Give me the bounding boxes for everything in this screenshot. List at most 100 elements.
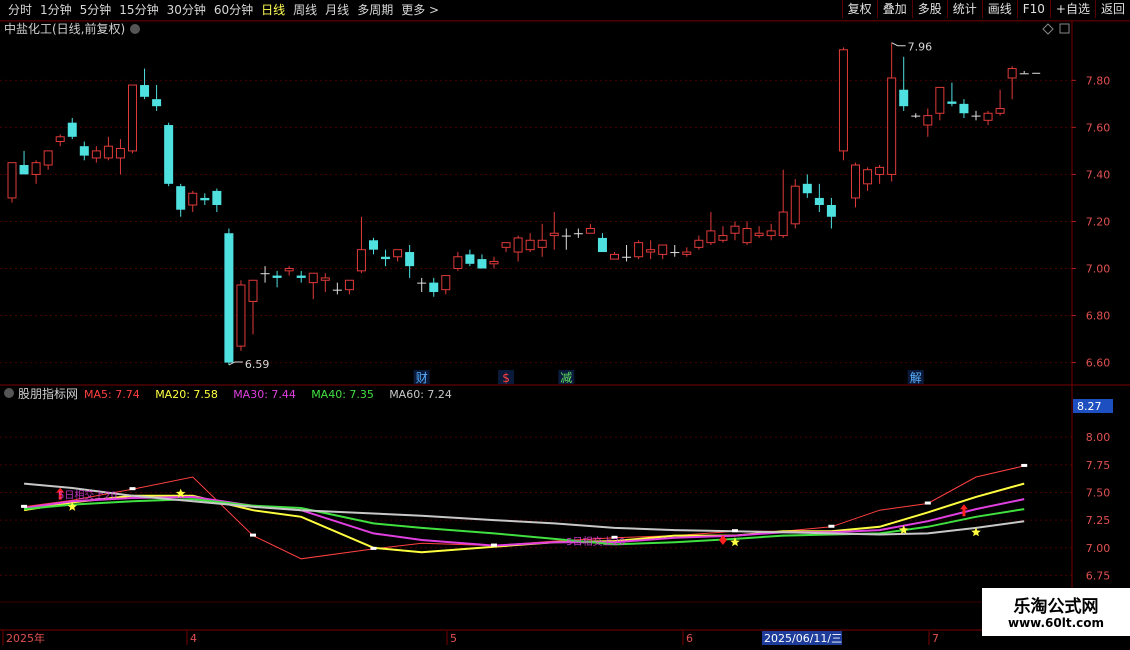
candle-body-47 (573, 233, 583, 235)
candle-body-51 (622, 256, 632, 258)
candle-body-24 (296, 275, 306, 278)
candle-body-58 (706, 230, 716, 244)
x-label-2: 5 (450, 632, 457, 645)
x-label-3: 6 (686, 632, 693, 645)
indicator-annotation-1: 5日相交上20 (58, 489, 117, 502)
ma5-dot-14 (828, 524, 835, 528)
candle-body-7 (91, 150, 101, 159)
candle-body-8 (103, 145, 113, 159)
candle-body-52 (634, 242, 644, 258)
watermark: 乐淘公式网 www.60lt.com (982, 588, 1130, 636)
candle-body-68 (826, 205, 836, 217)
candle-body-46 (561, 235, 571, 237)
candles (7, 42, 1029, 365)
candle-body-11 (140, 85, 150, 97)
main-tick-label: 7.80 (1086, 74, 1111, 87)
candle-body-53 (646, 249, 656, 253)
candle-body-30 (369, 240, 378, 250)
candle-body-35 (429, 282, 439, 293)
high-label: 7.96 (908, 41, 933, 54)
candle-body-54 (658, 244, 668, 255)
ind-tick-label: 7.00 (1086, 542, 1111, 555)
ma5-dot-0 (21, 504, 28, 508)
candle-body-44 (537, 239, 547, 248)
candle-body-33 (405, 252, 415, 267)
high-pointer (891, 42, 906, 47)
candle-body-21 (260, 273, 270, 275)
candle-body-27 (332, 289, 342, 291)
ind-tick-label: 7.50 (1086, 486, 1111, 499)
markers (4, 23, 1070, 550)
ma-line-MA20 (23, 482, 1025, 554)
candle-body-73 (887, 77, 897, 175)
candle-body-65 (790, 185, 800, 225)
candle-body-32 (393, 249, 403, 258)
x-label-4: 2025/06/11/三 (764, 632, 842, 645)
candle-body-59 (718, 235, 728, 241)
ma-label-MA40: MA40: 7.35 (311, 388, 374, 401)
news-marker-3: 解 (910, 371, 922, 385)
candle-body-34 (417, 282, 427, 284)
ma5-dot-18 (1021, 463, 1028, 467)
ma-label-MA30: MA30: 7.44 (233, 388, 296, 401)
candle-body-71 (863, 169, 873, 185)
candle-body-29 (356, 249, 366, 272)
candle-body-12 (152, 99, 162, 107)
candle-body-42 (513, 237, 523, 253)
main-title: 中盐化工(日线,前复权) (4, 21, 125, 36)
candle-body-50 (610, 253, 619, 260)
candle-body-72 (875, 166, 885, 175)
candle-body-17 (212, 190, 222, 205)
candle-body-41 (501, 242, 511, 248)
candle-body-26 (320, 277, 330, 281)
candle-body-45 (549, 232, 559, 237)
low-label: 6.59 (245, 358, 270, 371)
labels: 7.80 7.60 7.40 7.20 7.00 6.80 6.60 8.00 7.75 7.50… (4, 21, 1110, 645)
chart-canvas[interactable]: 7.80 7.60 7.40 7.20 7.00 6.80 6.60 8.00 7.75 7.50… (0, 0, 1130, 650)
watermark-title: 乐淘公式网 (1013, 597, 1099, 617)
candle-body-23 (284, 268, 294, 272)
ind-tick-label: 6.75 (1086, 569, 1111, 582)
candle-body-18 (224, 233, 234, 363)
main-tick-label: 7.60 (1086, 121, 1111, 134)
indicator-name: 股朋指标网 (18, 386, 78, 401)
ma-lines (23, 465, 1025, 560)
main-chevron-icon (130, 24, 140, 34)
candle-body-69 (838, 49, 848, 152)
ma-label-MA20: MA20: 7.58 (155, 388, 218, 401)
candle-body-49 (597, 237, 607, 253)
candle-body-67 (814, 197, 824, 205)
candle-body-48 (585, 228, 595, 234)
ma5-dot-16 (924, 501, 931, 505)
candle-body-5 (67, 122, 77, 137)
candle-body-56 (682, 251, 692, 255)
indicator-chevron-icon (4, 388, 14, 398)
candle-body-9 (115, 148, 125, 159)
candle-body-62 (754, 232, 764, 237)
candle-body-37 (453, 256, 463, 270)
ind-tick-label: 8.00 (1086, 431, 1111, 444)
candle-body-77 (935, 86, 945, 114)
candle-body-76 (923, 115, 933, 126)
ma5-dot-4 (250, 533, 256, 537)
ind-tick-label: 7.25 (1086, 514, 1111, 527)
candle-body-3 (43, 150, 53, 166)
axes (0, 20, 1130, 645)
candle-body-75 (911, 115, 921, 117)
candle-body-60 (730, 225, 740, 234)
candle-body-80 (971, 115, 981, 117)
main-tick-label: 7.40 (1086, 168, 1111, 181)
candle-body-10 (128, 84, 137, 152)
candle-body-74 (899, 89, 909, 107)
ma5-dot-2 (129, 487, 136, 491)
candle-body-25 (308, 272, 318, 284)
candle-body-64 (778, 211, 788, 237)
candle-body-83 (1007, 68, 1017, 79)
candle-body-15 (188, 192, 198, 206)
main-tick-label: 6.60 (1086, 357, 1111, 370)
candle-body-13 (164, 125, 174, 184)
candle-body-40 (489, 260, 499, 265)
candle-body-6 (79, 146, 89, 156)
candle-body-43 (525, 239, 535, 251)
up-arrow-marker-1 (959, 504, 968, 517)
